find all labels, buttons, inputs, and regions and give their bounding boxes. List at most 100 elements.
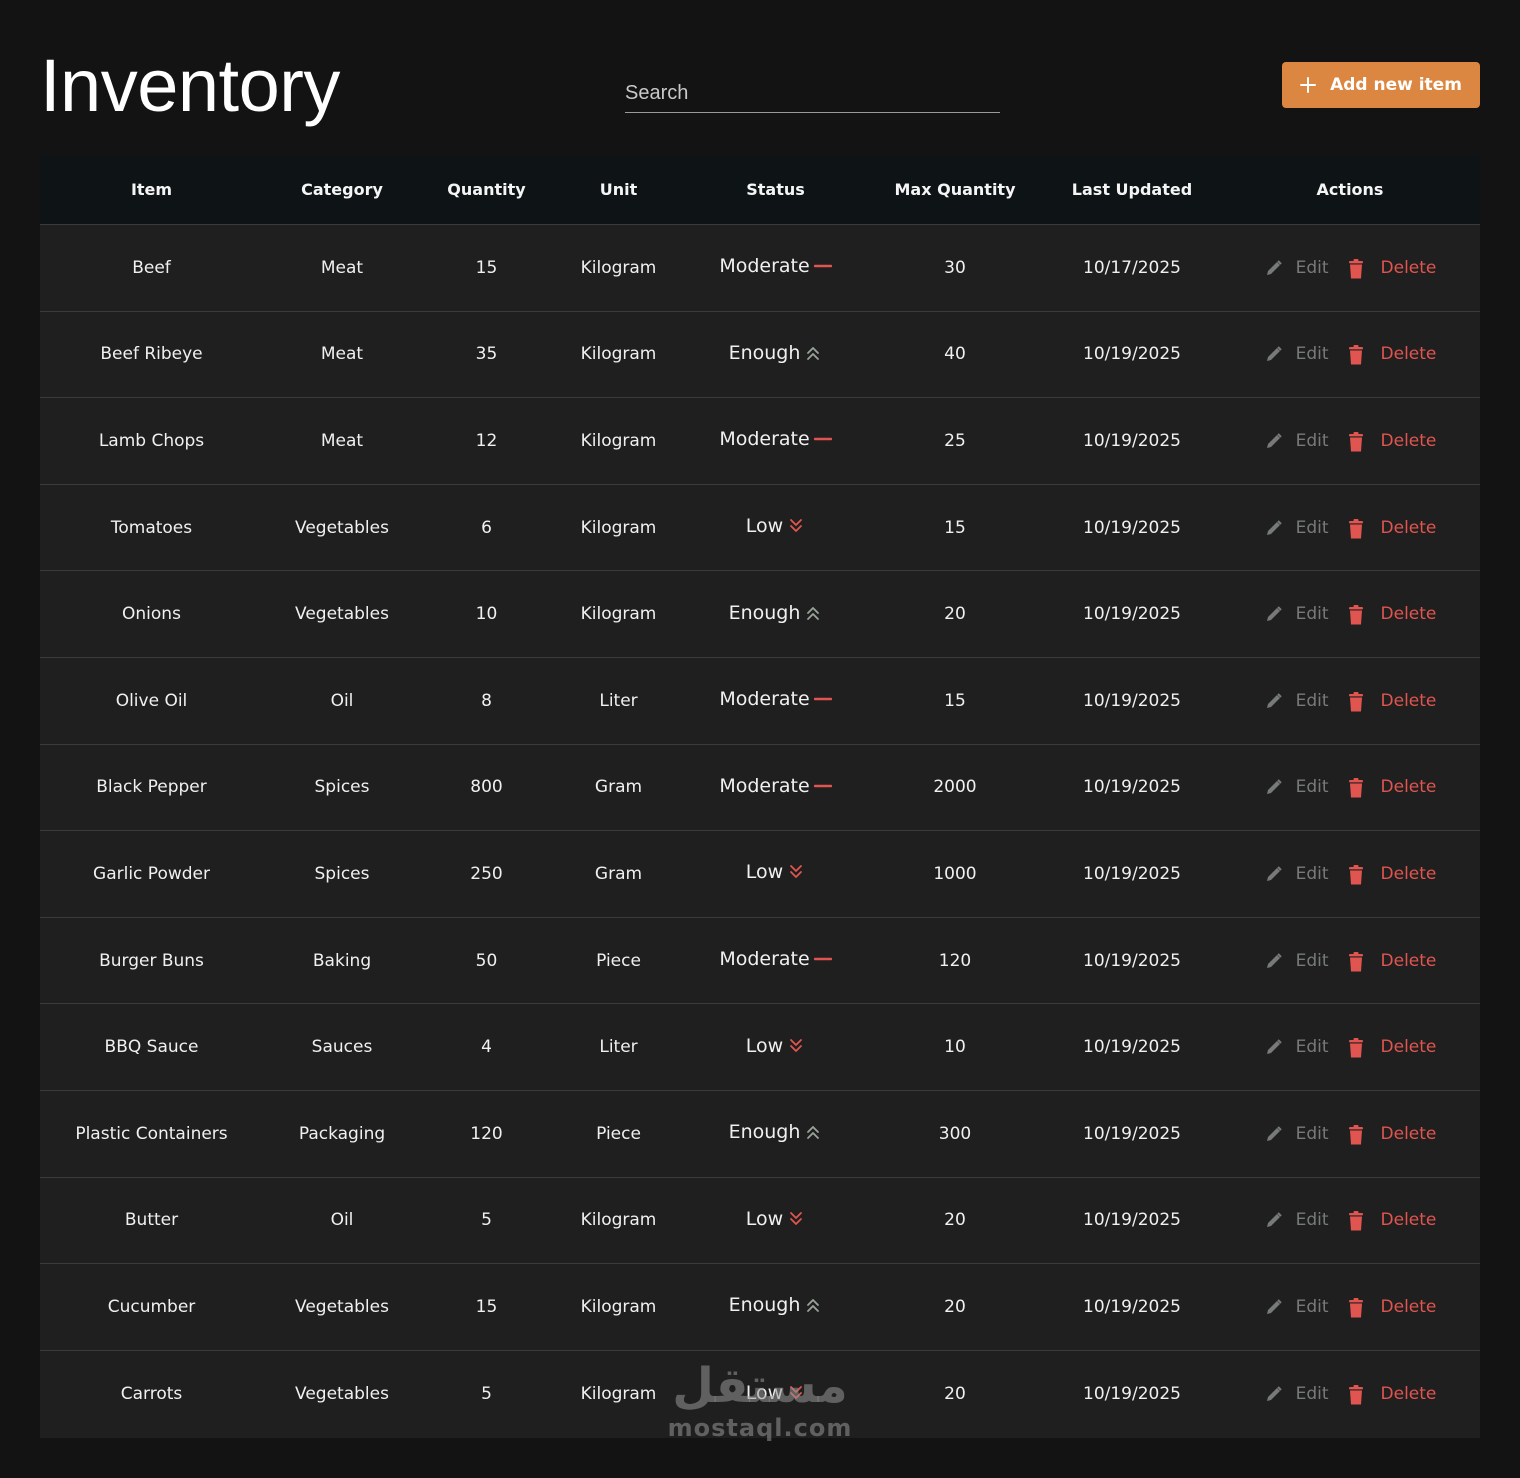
plus-icon [1300, 77, 1317, 93]
cell-item: Beef [132, 257, 171, 278]
cell-quantity: 4 [481, 1037, 492, 1058]
delete-button[interactable]: Delete [1347, 431, 1436, 452]
edit-label: Edit [1295, 430, 1329, 451]
delete-label: Delete [1380, 1123, 1437, 1144]
cell-status: Low [685, 861, 866, 883]
edit-button[interactable]: Edit [1264, 258, 1329, 278]
delete-button[interactable]: Delete [1347, 691, 1436, 712]
cell-actions: Edit Delete [1220, 777, 1480, 798]
edit-button[interactable]: Edit [1264, 691, 1329, 711]
cell-item: Onions [122, 604, 181, 625]
pencil-icon [1264, 1297, 1284, 1317]
edit-button[interactable]: Edit [1264, 344, 1329, 364]
delete-button[interactable]: Delete [1347, 1296, 1437, 1318]
cell-category: Baking [312, 950, 372, 971]
cell-max-quantity: 120 [938, 950, 972, 971]
edit-button[interactable]: Edit [1264, 1210, 1329, 1230]
delete-label: Delete [1380, 1296, 1437, 1317]
cell-last-updated: 10/19/2025 [1083, 517, 1181, 538]
cell-max-quantity: 2000 [933, 777, 977, 798]
edit-button[interactable]: Edit [1264, 431, 1329, 451]
page-title: Inventory [40, 44, 340, 127]
pencil-icon [1264, 604, 1284, 624]
edit-button[interactable]: Edit [1264, 1124, 1329, 1144]
delete-button[interactable]: Delete [1347, 1384, 1436, 1405]
edit-label: Edit [1295, 950, 1329, 971]
edit-button[interactable]: Edit [1264, 1037, 1329, 1057]
cell-category: Spices [314, 863, 370, 884]
pencil-icon [1264, 1037, 1284, 1057]
edit-button[interactable]: Edit [1264, 604, 1329, 624]
cell-last-updated: 10/19/2025 [1083, 1210, 1181, 1231]
edit-button[interactable]: Edit [1264, 1384, 1329, 1404]
pencil-icon [1264, 518, 1284, 538]
table-row: Cucumber Vegetables 15 Kilogram Enough 20 10/1… [40, 1264, 1480, 1351]
pencil-icon [1264, 777, 1284, 797]
cell-actions: Edit Delete [1220, 518, 1480, 539]
double-chevron-up-icon [804, 345, 822, 361]
edit-button[interactable]: Edit [1264, 864, 1329, 884]
column-header-item: Item [130, 180, 173, 199]
delete-button[interactable]: Delete [1347, 1123, 1437, 1145]
cell-unit: Piece [596, 1123, 641, 1144]
cell-item: Burger Buns [99, 950, 204, 971]
cell-last-updated: 10/17/2025 [1083, 257, 1181, 278]
cell-category: Meat [320, 430, 364, 451]
cell-category: Meat [320, 344, 364, 365]
edit-button[interactable]: Edit [1264, 518, 1329, 538]
cell-last-updated: 10/19/2025 [1083, 430, 1181, 451]
cell-last-updated: 10/19/2025 [1083, 604, 1181, 625]
delete-button[interactable]: Delete [1347, 1037, 1436, 1058]
cell-quantity: 15 [475, 1296, 498, 1317]
cell-category: Sauces [311, 1037, 373, 1058]
edit-button[interactable]: Edit [1264, 1297, 1329, 1317]
table-header: Item Category Quantity Unit Status Max Q… [40, 155, 1480, 225]
cell-actions: Edit Delete [1220, 951, 1480, 972]
cell-max-quantity: 20 [944, 1384, 966, 1405]
cell-quantity: 800 [470, 777, 503, 798]
table-row: Tomatoes Vegetables 6 Kilogram Low 15 10/19/20… [40, 485, 1480, 572]
delete-button[interactable]: Delete [1347, 777, 1436, 798]
cell-status: Moderate [685, 948, 866, 970]
delete-button[interactable]: Delete [1347, 864, 1436, 885]
cell-item: Olive Oil [115, 690, 188, 711]
delete-button[interactable]: Delete [1347, 604, 1436, 625]
cell-status: Enough [685, 1294, 866, 1316]
column-header-last-updated: Last Updated [1071, 180, 1193, 199]
add-new-item-button[interactable]: Add new item [1282, 62, 1480, 108]
delete-label: Delete [1380, 257, 1437, 278]
cell-last-updated: 10/19/2025 [1083, 1384, 1181, 1405]
edit-button[interactable]: Edit [1264, 777, 1329, 797]
status-label: Low [745, 861, 784, 884]
pencil-icon [1264, 1210, 1284, 1230]
cell-item: Lamb Chops [98, 430, 205, 451]
cell-max-quantity: 20 [944, 604, 966, 625]
pencil-icon [1264, 258, 1284, 278]
status-label: Moderate [719, 255, 810, 278]
delete-button[interactable]: Delete [1347, 1210, 1437, 1231]
trash-icon [1347, 518, 1367, 539]
delete-label: Delete [1380, 1210, 1437, 1231]
pencil-icon [1264, 1124, 1284, 1144]
cell-item: Garlic Powder [93, 863, 210, 884]
edit-button[interactable]: Edit [1264, 951, 1329, 971]
cell-status: Enough [685, 342, 866, 364]
edit-label: Edit [1295, 1123, 1329, 1144]
trash-icon [1347, 344, 1367, 365]
delete-button[interactable]: Delete [1347, 344, 1436, 365]
dash-icon [813, 431, 832, 447]
cell-actions: Edit Delete [1220, 257, 1480, 279]
delete-button[interactable]: Delete [1347, 951, 1436, 972]
trash-icon [1347, 1037, 1367, 1058]
cell-item: Beef Ribeye [100, 344, 203, 365]
cell-quantity: 8 [481, 690, 492, 711]
table-row: BBQ Sauce Sauces 4 Liter Low 10 10/19/2025 Edit… [40, 1004, 1480, 1091]
cell-actions: Edit Delete [1220, 344, 1480, 365]
delete-button[interactable]: Delete [1347, 257, 1437, 279]
pencil-icon [1264, 431, 1284, 451]
search-input[interactable] [625, 74, 1000, 112]
double-chevron-up-icon [804, 605, 822, 621]
cell-max-quantity: 300 [938, 1123, 972, 1144]
delete-button[interactable]: Delete [1347, 518, 1436, 539]
cell-status: Low [685, 515, 866, 537]
